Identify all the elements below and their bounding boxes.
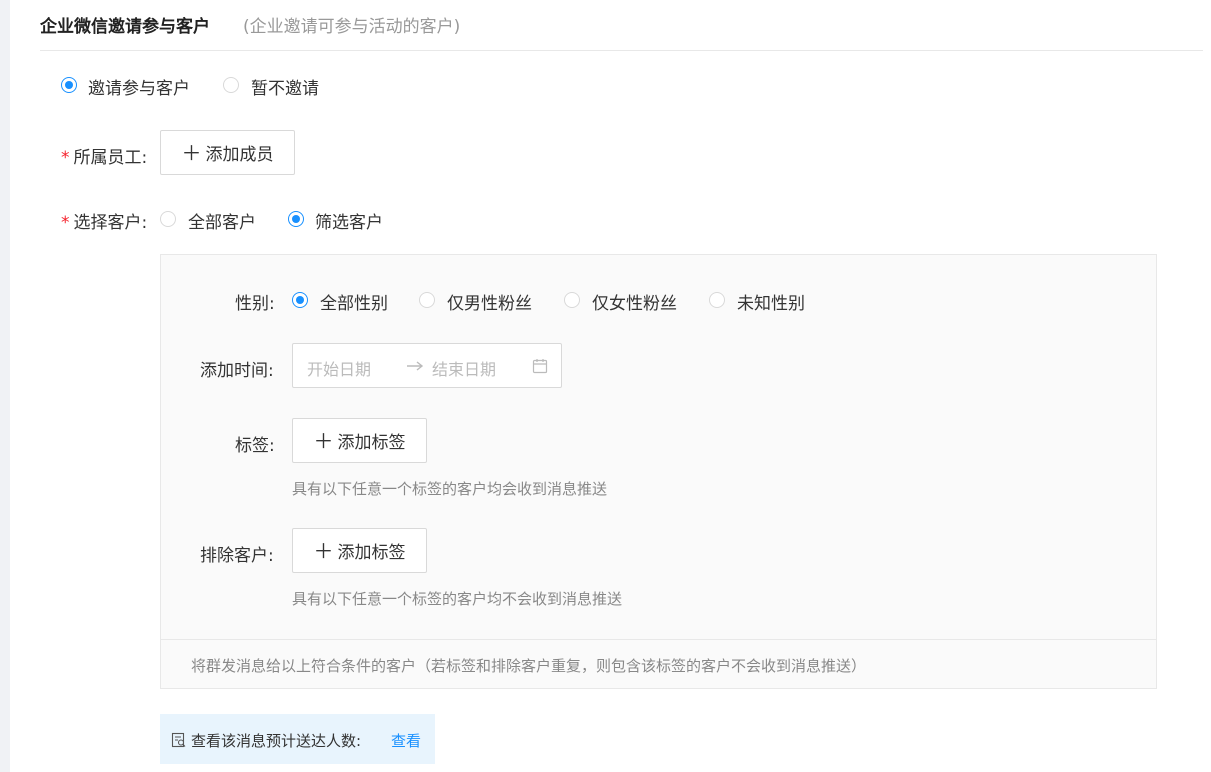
gender-radio-male-label[interactable]: 仅男性粉丝 — [447, 289, 532, 314]
invite-panel: 企业微信邀请参与客户 (企业邀请可参与活动的客户) 邀请参与客户 暂不邀请 * 所… — [10, 0, 1211, 772]
invite-radio-yes-label[interactable]: 邀请参与客户 — [88, 74, 190, 99]
invite-radio-no[interactable] — [223, 77, 239, 93]
filter-footer: 将群发消息给以上符合条件的客户（若标签和排除客户重复，则包含该标签的客户不会收到… — [161, 639, 1156, 688]
required-mark: * — [61, 148, 70, 168]
add-tag-button[interactable]: ＋ 添加标签 — [292, 418, 427, 463]
estimate-text: 查看该消息预计送达人数: — [191, 732, 362, 750]
customer-filter-box: 性别: 全部性别 仅男性粉丝 仅女性粉丝 未知性别 添加时间: 开始日期 结束日… — [160, 254, 1157, 689]
invite-radio-no-label[interactable]: 暂不邀请 — [251, 74, 319, 99]
required-mark: * — [61, 213, 70, 233]
estimate-bar: 查看该消息预计送达人数: 查看 — [160, 714, 435, 764]
gender-radio-female-label[interactable]: 仅女性粉丝 — [592, 289, 677, 314]
add-exclude-tag-button[interactable]: ＋ 添加标签 — [292, 528, 427, 573]
section-title: 企业微信邀请参与客户 — [40, 17, 210, 37]
estimate-view-link[interactable]: 查看 — [391, 730, 421, 751]
add-time-label: 添加时间: — [200, 361, 274, 381]
gender-radio-unknown-label[interactable]: 未知性别 — [737, 289, 805, 314]
search-document-icon — [171, 732, 186, 748]
calendar-icon — [532, 359, 548, 374]
start-date-placeholder[interactable]: 开始日期 — [307, 356, 371, 380]
section-subtitle: (企业邀请可参与活动的客户) — [243, 17, 461, 37]
add-member-label: 添加成员 — [205, 145, 274, 165]
add-tag-label: 添加标签 — [337, 433, 406, 453]
customer-radio-all-label[interactable]: 全部客户 — [188, 208, 256, 233]
date-range-picker[interactable]: 开始日期 结束日期 — [292, 343, 562, 388]
gender-radio-male[interactable] — [419, 292, 435, 308]
filter-footer-note: 将群发消息给以上符合条件的客户（若标签和排除客户重复，则包含该标签的客户不会收到… — [191, 657, 867, 675]
customer-radio-all[interactable] — [160, 211, 176, 227]
customer-field-label: * 选择客户: — [61, 208, 147, 233]
gender-radio-all-label[interactable]: 全部性别 — [320, 289, 388, 314]
arrow-right-icon — [407, 361, 424, 371]
invite-radio-yes[interactable] — [61, 77, 77, 93]
customer-radio-filter-label[interactable]: 筛选客户 — [315, 208, 383, 233]
staff-label-text: 所属员工: — [73, 148, 148, 168]
section-header: 企业微信邀请参与客户 (企业邀请可参与活动的客户) — [40, 0, 1203, 51]
add-member-button[interactable]: ＋ 添加成员 — [160, 130, 295, 175]
gender-radio-all[interactable] — [292, 292, 308, 308]
exclude-hint: 具有以下任意一个标签的客户均不会收到消息推送 — [292, 590, 623, 608]
gender-radio-female[interactable] — [564, 292, 580, 308]
plus-icon: ＋ — [181, 140, 202, 165]
plus-icon: ＋ — [313, 428, 334, 453]
plus-icon: ＋ — [313, 538, 334, 563]
exclude-label: 排除客户: — [200, 546, 274, 566]
tags-label: 标签: — [235, 436, 275, 456]
staff-field-label: * 所属员工: — [61, 143, 147, 168]
add-exclude-tag-label: 添加标签 — [337, 543, 406, 563]
end-date-placeholder[interactable]: 结束日期 — [432, 356, 496, 380]
gender-radio-unknown[interactable] — [709, 292, 725, 308]
gender-label: 性别: — [235, 294, 275, 314]
tags-hint: 具有以下任意一个标签的客户均会收到消息推送 — [292, 480, 608, 498]
customer-label-text: 选择客户: — [73, 213, 148, 233]
customer-radio-filter[interactable] — [288, 211, 304, 227]
